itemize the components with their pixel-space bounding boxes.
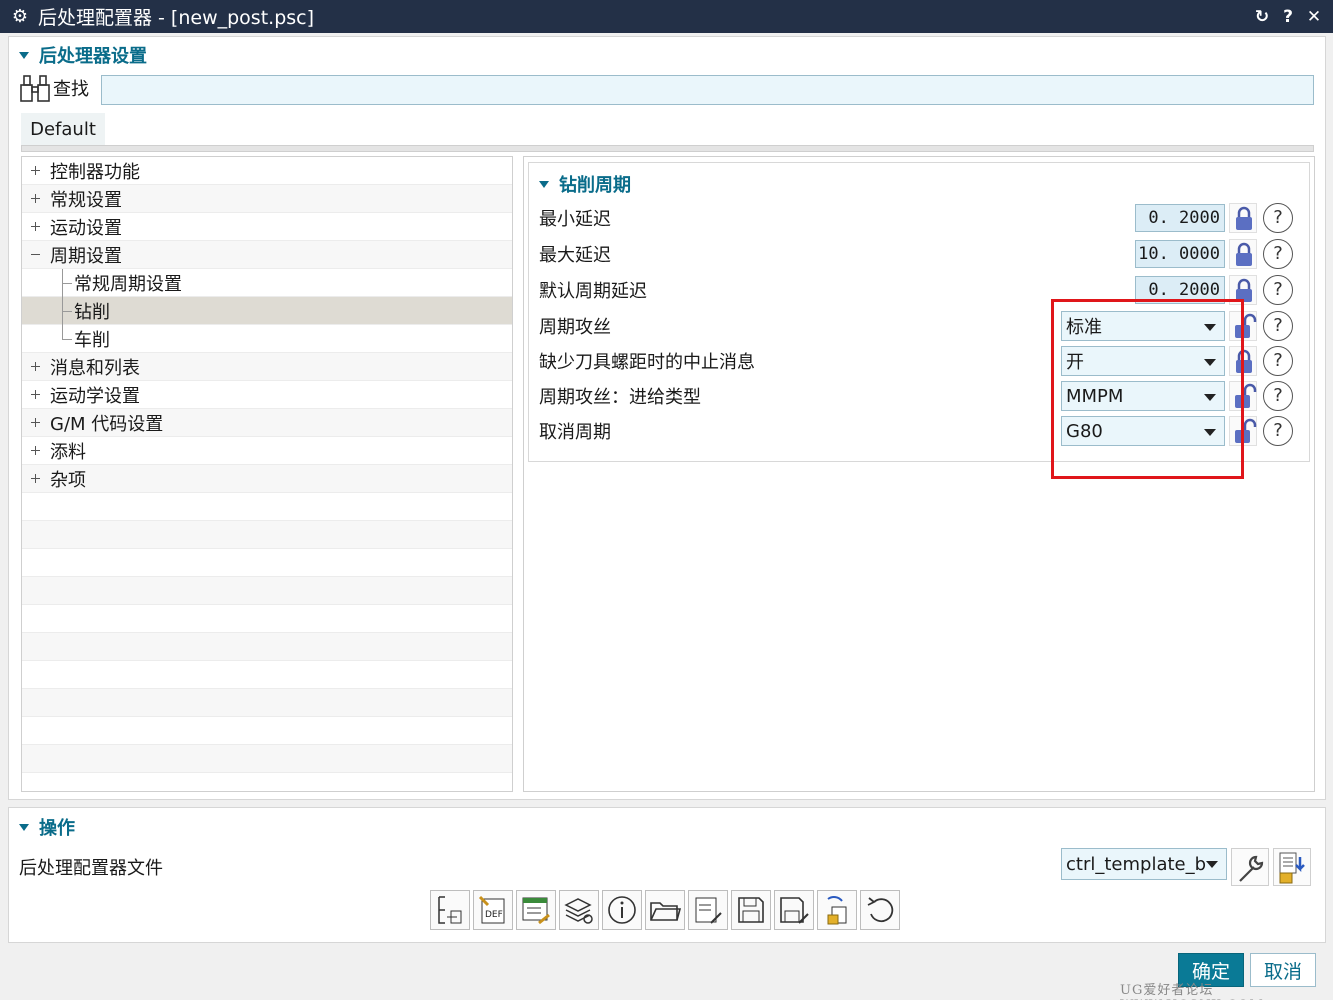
row-min-delay: 最小延迟 0. 2000 ? <box>539 201 1303 235</box>
tab-default[interactable]: Default <box>21 113 105 149</box>
help-icon[interactable]: ? <box>1263 381 1293 411</box>
collapse-triangle-icon <box>19 51 29 59</box>
settings-tree[interactable]: 控制器功能 常规设置 运动设置 周期设置 常规周期设置 钻削 车削 消息和列表 … <box>21 156 513 792</box>
row-max-delay: 最大延迟 10. 0000 ? <box>539 237 1303 271</box>
collapse-triangle-icon <box>19 823 29 831</box>
tree-empty-row <box>22 661 512 689</box>
edit-file-icon[interactable] <box>688 890 728 930</box>
tree-empty-row <box>22 521 512 549</box>
locked-list-icon[interactable] <box>1273 848 1311 886</box>
help-icon[interactable]: ? <box>1263 239 1293 269</box>
tree-empty-row <box>22 689 512 717</box>
tree-empty-row <box>22 549 512 577</box>
expand-icon[interactable] <box>31 362 40 371</box>
info-icon[interactable] <box>602 890 642 930</box>
feed-type-label: 周期攻丝：进给类型 <box>539 387 701 408</box>
operations-toolbar: DEF <box>430 890 903 930</box>
max-delay-label: 最大延迟 <box>539 245 611 266</box>
config-file-label: 后处理配置器文件 <box>19 858 163 879</box>
reset-icon[interactable]: ↻ <box>1249 7 1275 27</box>
tab-divider <box>21 145 1314 152</box>
max-delay-input[interactable]: 10. 0000 <box>1135 240 1225 268</box>
open-folder-icon[interactable] <box>645 890 685 930</box>
tree-item-drilling[interactable]: 钻削 <box>22 297 512 325</box>
watermark-text: UG爱好者论坛 WWW.UGSNX.COM <box>1120 983 1263 1000</box>
gear-icon: ⚙ <box>11 6 29 27</box>
section-toggle-drill[interactable]: 钻削周期 <box>539 171 631 197</box>
highlight-annotation-box <box>1051 299 1244 479</box>
tree-item-cycle[interactable]: 周期设置 <box>22 241 512 269</box>
lock-icon[interactable] <box>1229 239 1257 269</box>
collapse-triangle-icon <box>539 180 549 188</box>
expand-icon[interactable] <box>31 194 40 203</box>
expand-icon[interactable] <box>31 166 40 175</box>
cancel-cycle-label: 取消周期 <box>539 422 611 443</box>
tree-item-general-cycle[interactable]: 常规周期设置 <box>22 269 512 297</box>
help-icon[interactable]: ? <box>1275 7 1301 27</box>
expand-icon[interactable] <box>31 446 40 455</box>
help-icon[interactable]: ? <box>1263 203 1293 233</box>
tree-item-controller[interactable]: 控制器功能 <box>22 157 512 185</box>
expand-icon[interactable] <box>31 222 40 231</box>
section-toggle-settings[interactable]: 后处理器设置 <box>19 42 147 68</box>
section-title: 操作 <box>39 818 75 839</box>
find-input[interactable] <box>101 75 1314 105</box>
export-tree-icon[interactable] <box>430 890 470 930</box>
operations-panel: 操作 后处理配置器文件 ctrl_template_b DEF <box>8 807 1326 943</box>
tree-item-additive[interactable]: 添料 <box>22 437 512 465</box>
svg-text:DEF: DEF <box>485 910 503 920</box>
group-title: 钻削周期 <box>559 175 631 196</box>
wrench-icon[interactable] <box>1231 848 1269 886</box>
help-icon[interactable]: ? <box>1263 275 1293 305</box>
tree-item-turning[interactable]: 车削 <box>22 325 512 353</box>
help-icon[interactable]: ? <box>1263 346 1293 376</box>
expand-icon[interactable] <box>31 390 40 399</box>
close-icon[interactable]: ✕ <box>1301 7 1327 27</box>
tree-empty-row <box>22 717 512 745</box>
collapse-icon[interactable] <box>31 250 40 259</box>
cycle-tapping-label: 周期攻丝 <box>539 317 611 338</box>
help-icon[interactable]: ? <box>1263 416 1293 446</box>
tree-empty-row <box>22 633 512 661</box>
tree-empty-row <box>22 773 512 791</box>
min-delay-input[interactable]: 0. 2000 <box>1135 204 1225 232</box>
undo-icon[interactable] <box>860 890 900 930</box>
tree-item-messages[interactable]: 消息和列表 <box>22 353 512 381</box>
default-delay-label: 默认周期延迟 <box>539 281 647 302</box>
tree-item-motion[interactable]: 运动设置 <box>22 213 512 241</box>
find-row: 查找 <box>19 73 89 103</box>
binoculars-icon <box>19 73 51 103</box>
expand-icon[interactable] <box>31 418 40 427</box>
config-file-select[interactable]: ctrl_template_b <box>1061 848 1227 880</box>
def-file-icon[interactable]: DEF <box>473 890 513 930</box>
find-label: 查找 <box>53 79 89 100</box>
tree-empty-row <box>22 605 512 633</box>
abort-message-label: 缺少刀具螺距时的中止消息 <box>539 352 755 373</box>
section-title: 后处理器设置 <box>39 46 147 67</box>
tree-item-misc[interactable]: 杂项 <box>22 465 512 493</box>
save-icon[interactable] <box>731 890 771 930</box>
title-bar: ⚙ 后处理配置器 - [new_post.psc] ↻ ? ✕ <box>0 0 1333 33</box>
save-as-icon[interactable] <box>774 890 814 930</box>
section-toggle-operations[interactable]: 操作 <box>19 814 75 840</box>
window-controls: ↻ ? ✕ <box>1249 0 1327 33</box>
lock-icon[interactable] <box>1229 203 1257 233</box>
help-icon[interactable]: ? <box>1263 311 1293 341</box>
import-icon[interactable] <box>817 890 857 930</box>
tree-empty-row <box>22 745 512 773</box>
edit-template-icon[interactable] <box>516 890 556 930</box>
tree-item-gm-codes[interactable]: G/M 代码设置 <box>22 409 512 437</box>
tree-item-general[interactable]: 常规设置 <box>22 185 512 213</box>
tree-item-kinematics[interactable]: 运动学设置 <box>22 381 512 409</box>
dropdown-arrow-icon <box>1206 861 1218 868</box>
expand-icon[interactable] <box>31 474 40 483</box>
layers-settings-icon[interactable] <box>559 890 599 930</box>
tree-empty-row <box>22 577 512 605</box>
min-delay-label: 最小延迟 <box>539 209 611 230</box>
tree-empty-row <box>22 493 512 521</box>
window-title: 后处理配置器 - [new_post.psc] <box>38 7 315 29</box>
